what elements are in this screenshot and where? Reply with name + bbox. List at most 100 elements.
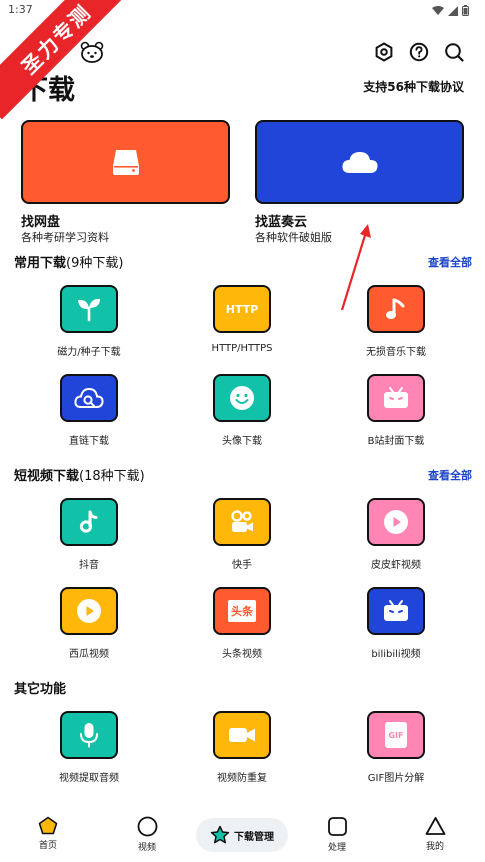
grid-item-extract-audio[interactable]: 视频提取音频: [19, 711, 159, 784]
section-common-count: (9种下载): [66, 256, 124, 271]
play-circle-icon: [77, 599, 101, 623]
direct-link-label: 直链下载: [69, 436, 109, 447]
find-netdisk-title: 找网盘: [21, 215, 61, 230]
grid-item-dedupe-video[interactable]: 视频防重复: [172, 711, 312, 784]
pipixia-tile[interactable]: [367, 498, 425, 546]
music-note-icon: [386, 298, 405, 319]
douyin-icon: [79, 510, 98, 533]
see-all-short-video-link[interactable]: 查看全部: [428, 467, 472, 483]
wifi-icon: [432, 5, 444, 15]
video-camera-icon: [229, 728, 255, 742]
header-actions: [373, 41, 465, 63]
search-icon[interactable]: [443, 41, 465, 63]
xigua-tile[interactable]: [60, 587, 118, 635]
battery-icon: [462, 5, 469, 16]
nav-home[interactable]: 首页: [18, 816, 78, 851]
toutiao-label: 头条视频: [222, 649, 262, 660]
extract-audio-tile[interactable]: [60, 711, 118, 759]
section-title-short-video: 短视频下载(18种下载): [14, 465, 145, 484]
star-icon: [210, 825, 230, 844]
section-common-title: 常用下载: [14, 256, 67, 271]
extract-audio-label: 视频提取音频: [59, 773, 119, 784]
nav-process-label: 处理: [327, 843, 346, 853]
help-icon[interactable]: [408, 41, 430, 63]
protocol-count: 支持56种下载协议: [363, 80, 464, 94]
gif-icon-text: GIF: [388, 730, 404, 740]
grid-item-bilibili-cover[interactable]: B站封面下载: [326, 374, 466, 447]
find-lanzou-card[interactable]: [255, 120, 464, 204]
gif-icon: GIF: [385, 722, 407, 748]
grid-item-http[interactable]: HTTP HTTP/HTTPS: [172, 285, 312, 354]
signal-icon: [448, 5, 458, 16]
system-icons: [432, 5, 469, 16]
nav-video-label: 视频: [137, 843, 156, 853]
bilibili-video-tile[interactable]: [367, 587, 425, 635]
magnet-label: 磁力/种子下载: [57, 347, 121, 358]
nav-process[interactable]: 处理: [307, 816, 367, 853]
settings-icon[interactable]: [373, 41, 395, 63]
section-title-other: 其它功能: [14, 682, 67, 697]
grid-item-direct-link[interactable]: 直链下载: [19, 374, 159, 447]
nav-video[interactable]: 视频: [117, 816, 177, 853]
music-label: 无损音乐下载: [366, 347, 426, 358]
process-square-icon: [327, 817, 347, 836]
grid-item-xigua[interactable]: 西瓜视频: [19, 587, 159, 660]
nav-home-label: 首页: [38, 841, 57, 851]
microphone-icon: [80, 723, 98, 748]
home-pentagon-icon: [38, 816, 58, 835]
music-tile[interactable]: [367, 285, 425, 333]
find-netdisk-card[interactable]: [21, 120, 230, 204]
grid-item-toutiao[interactable]: 头条 头条视频: [172, 587, 312, 660]
bilibili-cover-label: B站封面下载: [367, 436, 425, 447]
dedupe-video-label: 视频防重复: [217, 773, 267, 784]
magnet-tile[interactable]: [60, 285, 118, 333]
douyin-label: 抖音: [79, 560, 99, 571]
grid-item-douyin[interactable]: 抖音: [19, 498, 159, 571]
bilibili-video-label: bilibili视频: [371, 649, 421, 660]
cloud-link-icon: [74, 387, 104, 408]
grid-item-bilibili-video[interactable]: bilibili视频: [326, 587, 466, 660]
find-netdisk-subtitle: 各种考研学习资料: [21, 231, 109, 244]
section-short-video-title: 短视频下载: [14, 469, 80, 484]
bear-logo-icon: [80, 41, 104, 63]
bilibili-cover-tile[interactable]: [367, 374, 425, 422]
cloud-icon: [341, 152, 378, 173]
avatar-tile[interactable]: [213, 374, 271, 422]
direct-link-tile[interactable]: [60, 374, 118, 422]
gif-split-label: GIF图片分解: [367, 773, 425, 784]
nav-mine-label: 我的: [425, 842, 444, 852]
play-circle-icon: [384, 510, 408, 534]
find-lanzou-subtitle: 各种软件破姐版: [255, 231, 332, 244]
grid-item-avatar[interactable]: 头像下载: [172, 374, 312, 447]
mine-triangle-icon: [425, 817, 445, 835]
grid-item-magnet[interactable]: 磁力/种子下载: [19, 285, 159, 358]
http-tile[interactable]: HTTP: [213, 285, 271, 333]
grid-item-gif-split[interactable]: GIF GIF图片分解: [326, 711, 466, 784]
smiley-icon: [230, 386, 254, 410]
status-time: 1:37: [8, 3, 33, 16]
bilibili-tv-icon: [384, 600, 408, 621]
bilibili-tv-icon: [384, 387, 408, 408]
pipixia-label: 皮皮虾视频: [371, 560, 421, 571]
see-all-common-link[interactable]: 查看全部: [428, 254, 472, 270]
grid-item-music[interactable]: 无损音乐下载: [326, 285, 466, 358]
http-label: HTTP/HTTPS: [211, 343, 273, 354]
avatar-label: 头像下载: [222, 436, 262, 447]
grid-item-pipixia[interactable]: 皮皮虾视频: [326, 498, 466, 571]
kuaishou-tile[interactable]: [213, 498, 271, 546]
nav-mine[interactable]: 我的: [405, 816, 465, 852]
douyin-tile[interactable]: [60, 498, 118, 546]
section-title-common: 常用下载(9种下载): [14, 252, 123, 271]
toutiao-tile[interactable]: 头条: [213, 587, 271, 635]
nav-download-manager-label: 下载管理: [234, 831, 274, 843]
video-circle-icon: [137, 816, 157, 837]
kuaishou-icon: [231, 510, 253, 532]
gif-split-tile[interactable]: GIF: [367, 711, 425, 759]
nav-download-manager[interactable]: 下载管理: [196, 818, 288, 852]
xigua-label: 西瓜视频: [69, 649, 109, 660]
dedupe-video-tile[interactable]: [213, 711, 271, 759]
http-icon: HTTP: [225, 302, 259, 316]
kuaishou-label: 快手: [232, 560, 252, 571]
grid-item-kuaishou[interactable]: 快手: [172, 498, 312, 571]
find-lanzou-title: 找蓝奏云: [255, 215, 308, 230]
